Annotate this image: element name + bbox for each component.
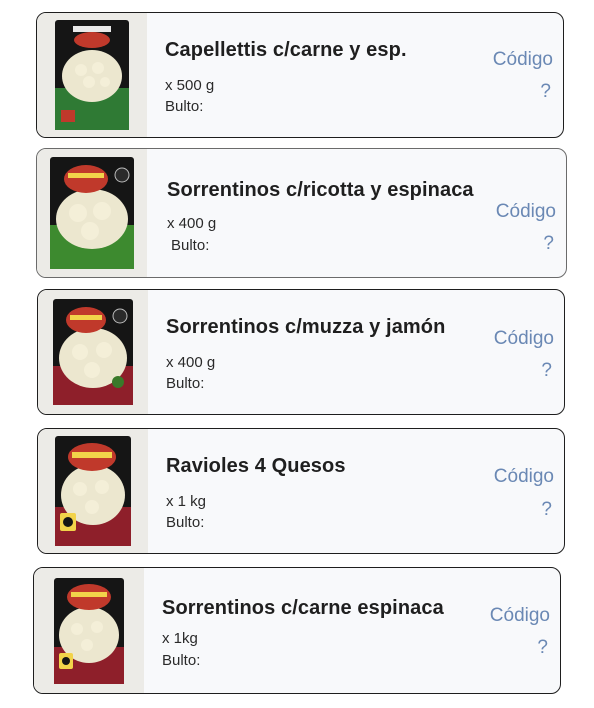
- product-image: [37, 13, 147, 137]
- product-code-link[interactable]: Código: [494, 466, 554, 488]
- product-title: Sorrentinos c/carne espinaca: [162, 597, 444, 619]
- product-image: [34, 568, 144, 693]
- product-weight: x 400 g: [166, 354, 216, 371]
- product-title: Ravioles 4 Quesos: [166, 455, 346, 477]
- product-weight: x 400 g: [167, 215, 217, 232]
- product-card[interactable]: Ravioles 4 Quesos x 1 kg Bulto: Código ?: [37, 428, 565, 554]
- product-image: [37, 149, 147, 277]
- product-weight: x 500 g: [165, 77, 215, 94]
- product-bulto-label: Bulto:: [166, 375, 205, 392]
- product-title: Sorrentinos c/ricotta y espinaca: [167, 179, 474, 201]
- product-code-link[interactable]: Código: [493, 49, 553, 71]
- product-weight: x 1 kg: [166, 493, 207, 510]
- product-code-value[interactable]: ?: [541, 360, 552, 382]
- product-code-value[interactable]: ?: [537, 637, 548, 659]
- product-weight: x 1kg: [162, 630, 198, 647]
- product-bulto-label: Bulto:: [165, 98, 204, 115]
- product-code-value[interactable]: ?: [540, 81, 551, 103]
- product-code-link[interactable]: Código: [490, 605, 550, 627]
- product-card[interactable]: Sorrentinos c/muzza y jamón x 400 g Bult…: [37, 289, 565, 415]
- product-image: [38, 290, 148, 414]
- product-card[interactable]: Sorrentinos c/carne espinaca x 1kg Bulto…: [33, 567, 561, 694]
- product-card[interactable]: Capellettis c/carne y esp. x 500 g Bulto…: [36, 12, 564, 138]
- product-code-link[interactable]: Código: [496, 201, 556, 223]
- product-image: [38, 429, 148, 553]
- product-title: Capellettis c/carne y esp.: [165, 39, 407, 61]
- product-code-value[interactable]: ?: [541, 499, 552, 521]
- product-bulto-label: Bulto:: [171, 237, 210, 254]
- product-bulto-label: Bulto:: [162, 652, 201, 669]
- product-bulto-label: Bulto:: [166, 514, 205, 531]
- product-title: Sorrentinos c/muzza y jamón: [166, 316, 446, 338]
- product-code-value[interactable]: ?: [543, 233, 554, 255]
- product-card[interactable]: Sorrentinos c/ricotta y espinaca x 400 g…: [36, 148, 567, 278]
- product-code-link[interactable]: Código: [494, 328, 554, 350]
